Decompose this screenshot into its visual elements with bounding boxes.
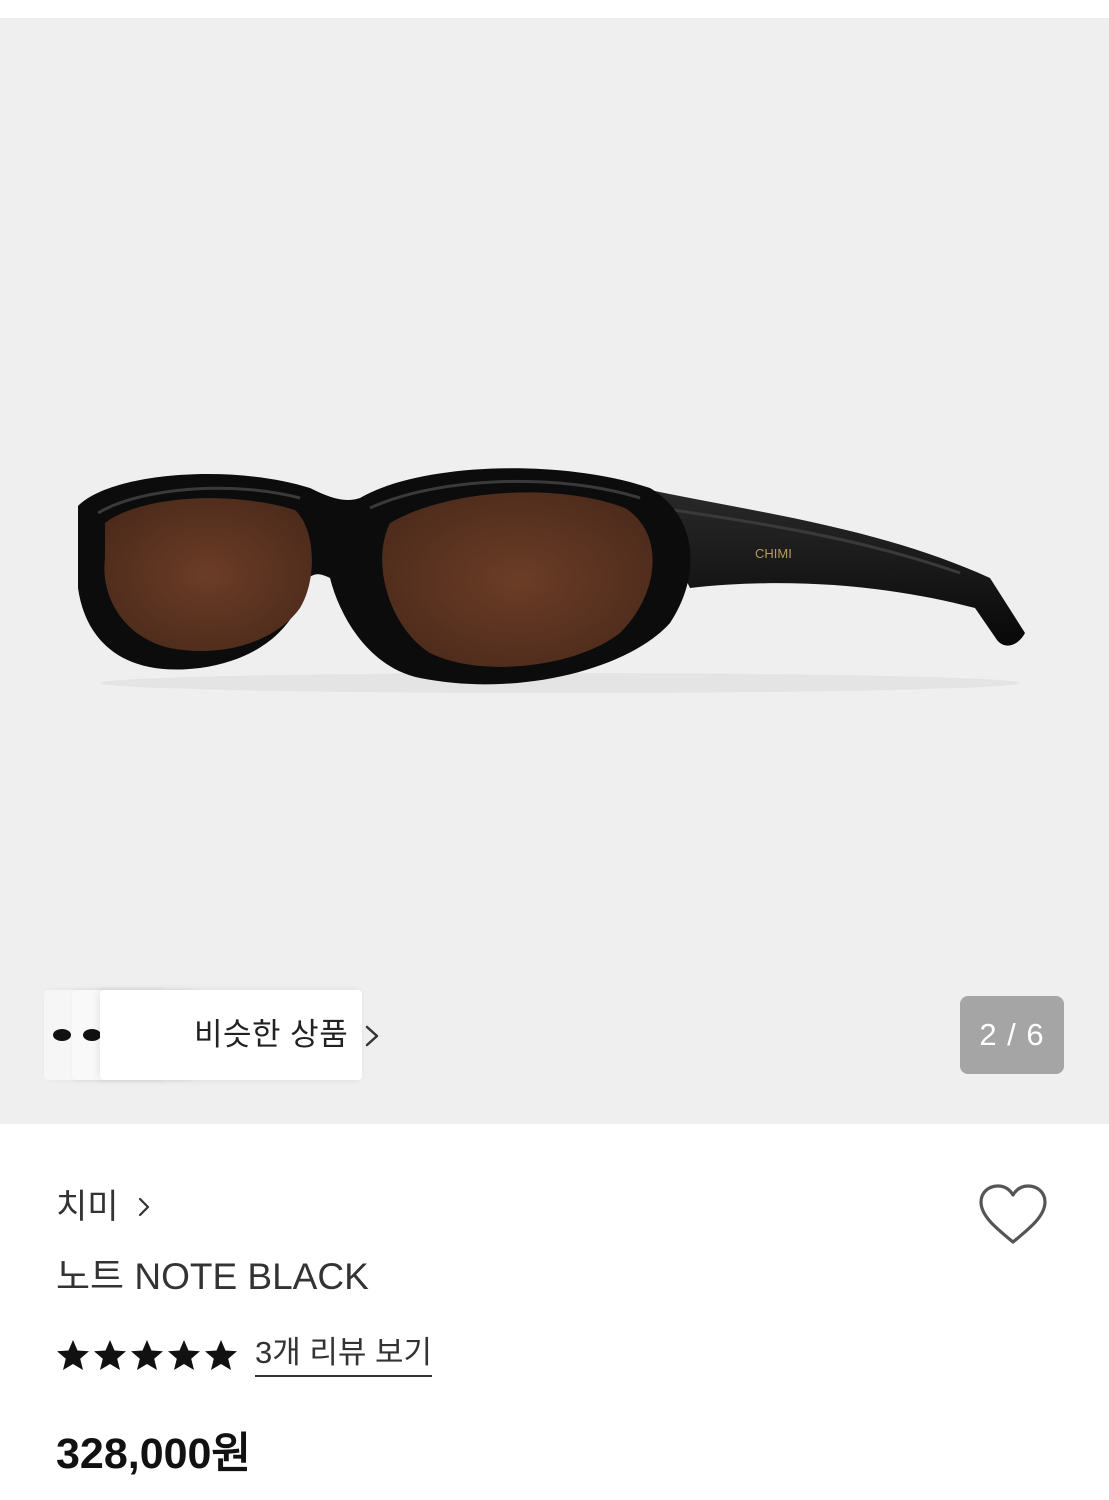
product-photo: CHIMI (78, 468, 1025, 693)
star-icon (205, 1340, 237, 1370)
reviews-link[interactable]: 3개 리뷰 보기 (255, 1333, 433, 1377)
product-image-gallery[interactable]: CHIMI 비슷한 상품 2 / 6 (0, 18, 1109, 1124)
brand-link[interactable]: 치미 (56, 1187, 151, 1227)
rating-row: 3개 리뷰 보기 (56, 1330, 433, 1380)
similar-products-button[interactable]: 비슷한 상품 (44, 990, 379, 1080)
brand-name: 치미 (56, 1188, 119, 1226)
similar-products-label: 비슷한 상품 (194, 1017, 349, 1052)
svg-text:CHIMI: CHIMI (755, 546, 792, 561)
similar-products-label-card[interactable]: 비슷한 상품 (100, 990, 379, 1080)
heart-outline-icon[interactable] (976, 1182, 1050, 1248)
star-icon (94, 1340, 126, 1370)
chevron-right-icon (365, 1025, 379, 1047)
star-icon (57, 1340, 89, 1370)
product-price: 328,000원 (56, 1430, 251, 1478)
image-page-counter: 2 / 6 (960, 996, 1064, 1074)
star-icon (131, 1340, 163, 1370)
chevron-right-icon (138, 1197, 149, 1217)
product-title: 노트 NOTE BLACK (56, 1256, 369, 1297)
top-divider (0, 0, 1109, 18)
star-icon (168, 1340, 200, 1370)
